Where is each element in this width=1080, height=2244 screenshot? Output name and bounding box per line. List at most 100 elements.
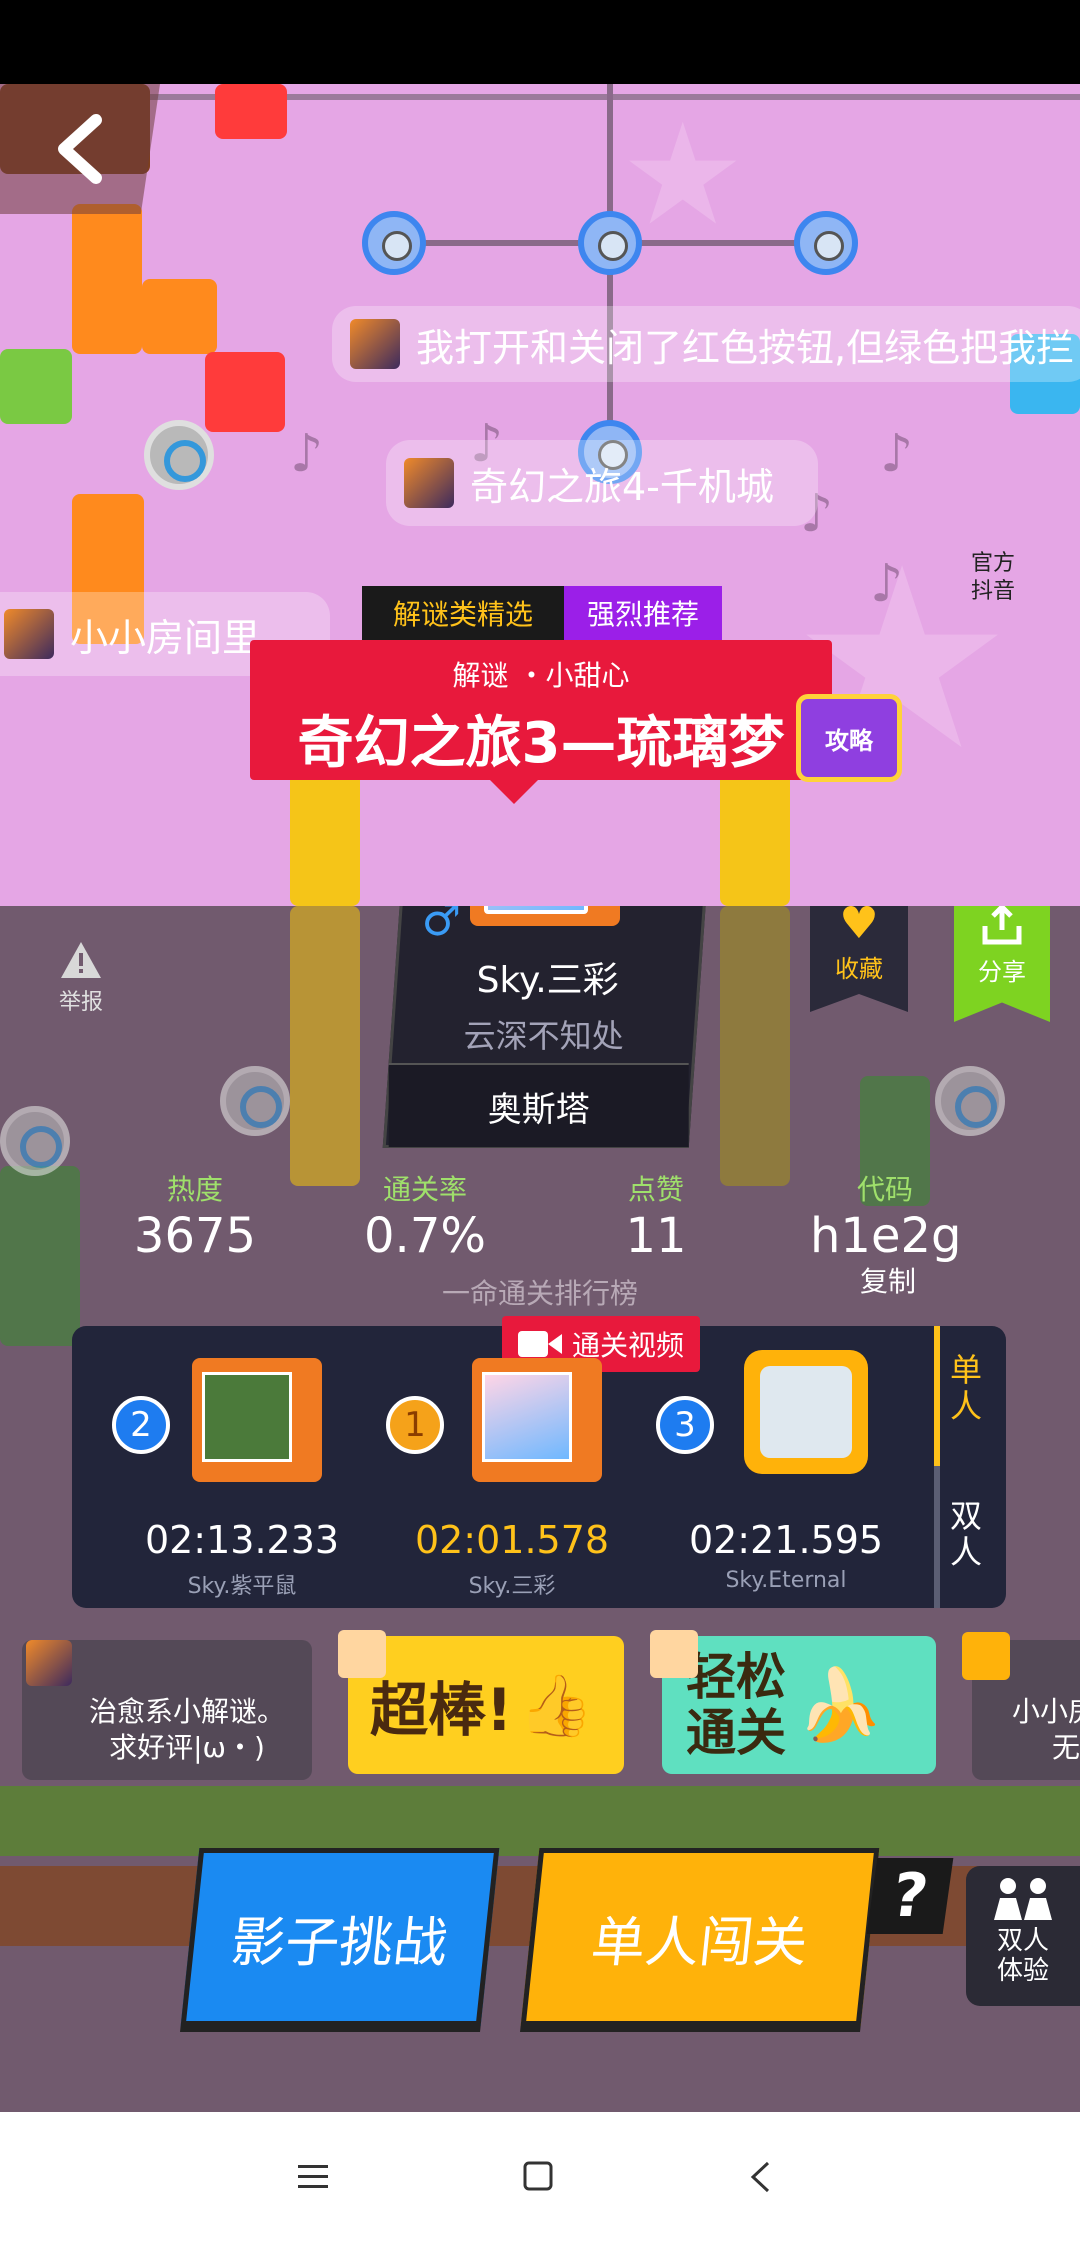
bullet-comment: 我打开和关闭了红色按钮,但绿色把我拦	[332, 306, 1080, 382]
heat-label: 热度	[166, 1173, 223, 1206]
level-title-banner: 解谜 ・小甜心 奇幻之旅3—琉璃梦	[250, 640, 832, 804]
gender-symbol: ♂	[421, 906, 462, 946]
banana-icon: 🍌	[796, 1663, 884, 1746]
guide-button[interactable]: 攻略	[796, 694, 902, 782]
rank-badge: 1	[386, 1396, 444, 1454]
avatar	[962, 1632, 1010, 1680]
gear	[220, 1066, 290, 1136]
author-card[interactable]: ♂ Sky.三彩 云深不知处 奥斯塔	[382, 906, 708, 1148]
avatar	[338, 1630, 386, 1678]
tab-single[interactable]: 单人	[950, 1352, 994, 1424]
comment-line2: 求好评|ω・)	[109, 1731, 265, 1764]
comment-sticker-awesome[interactable]: 超棒! 👍	[348, 1636, 624, 1774]
comment-line1: 治愈系小解谜。	[88, 1695, 285, 1728]
menu-icon[interactable]	[296, 2162, 330, 2192]
stat-code: 代码 h1e2g	[810, 1168, 962, 1264]
comment-sticker[interactable]: 小小房 无	[962, 1632, 1080, 1780]
gear	[0, 1106, 70, 1176]
heat-value: 3675	[133, 1208, 257, 1264]
player-avatar	[472, 1348, 602, 1488]
report-label: 举报	[58, 990, 103, 1015]
copy-code-button[interactable]: 复制	[838, 1260, 938, 1300]
likes-value: 11	[625, 1208, 687, 1264]
likes-label: 点赞	[627, 1173, 684, 1206]
back-button[interactable]	[0, 84, 160, 214]
level-info-panel: 举报 ♥ 收藏 分享 ♂ Sky.三彩 云深不知处 奥斯塔 热度 3675 通关…	[0, 906, 1080, 2112]
leaderboard-title: 一命通关排行榜	[441, 1277, 638, 1310]
heart-icon: ♥	[839, 906, 879, 949]
share-button[interactable]: 分享	[954, 906, 1050, 1022]
bullet-text: 奇幻之旅4-千机城	[470, 464, 774, 509]
avatar-image	[484, 906, 588, 914]
help-button[interactable]: ?	[866, 1858, 954, 1934]
author-name: Sky.三彩	[476, 960, 619, 1001]
bullet-text: 小小房间里	[70, 615, 261, 660]
official-douyin-link[interactable]: 官方 抖音	[958, 550, 1028, 606]
level-block	[142, 279, 217, 354]
avatar	[4, 609, 54, 659]
clear-time: 02:01.578	[414, 1518, 610, 1562]
level-preview-top: ★ ★ ♪ ♪ ♪ ♪ ♪ 官方 抖音 我打开和关闭了红色按钮,但绿色把我拦 奇…	[0, 84, 1080, 906]
official-label-line1: 官方	[970, 551, 1015, 576]
player-name: Sky.紫平鼠	[187, 1574, 297, 1599]
official-label-line2: 抖音	[970, 579, 1015, 604]
level-block	[72, 204, 142, 354]
share-icon	[982, 906, 1022, 945]
comment-line1: 小小房	[1012, 1695, 1080, 1728]
favorite-label: 收藏	[835, 955, 883, 983]
avatar	[26, 1640, 72, 1686]
music-note: ♪	[870, 554, 904, 614]
solo-play-button[interactable]: 单人闯关	[520, 1848, 880, 2026]
favorite-button[interactable]: ♥ 收藏	[810, 906, 908, 1012]
leaderboard-panel: 通关视频 2 02:13.233 Sky.紫平鼠 1 02:01.578 Sky…	[72, 1316, 1006, 1608]
sticker-text: 超棒!	[370, 1676, 513, 1744]
leaderboard-entry[interactable]: 2 02:13.233 Sky.紫平鼠	[112, 1326, 372, 1608]
tab-double[interactable]: 双人	[950, 1498, 994, 1570]
level-block	[290, 906, 360, 1186]
banner-pointer	[490, 780, 538, 804]
shadow-challenge-label: 影子挑战	[228, 1910, 451, 1974]
back-nav-icon[interactable]	[748, 2160, 772, 2194]
duo-label-line1: 双人	[996, 1926, 1049, 1956]
level-block	[205, 352, 285, 432]
level-block	[720, 906, 790, 1186]
solo-play-label: 单人闯关	[588, 1910, 811, 1974]
player-name: Sky.Eternal	[725, 1568, 847, 1593]
status-bar	[0, 0, 1080, 84]
rail-node	[794, 211, 858, 275]
share-label: 分享	[978, 958, 1026, 986]
guide-label: 攻略	[825, 726, 873, 755]
code-value: h1e2g	[810, 1208, 962, 1264]
music-note: ♪	[880, 424, 914, 484]
comment-sticker-easy[interactable]: 轻松 通关 🍌	[662, 1636, 936, 1774]
comment-sticker[interactable]: 治愈系小解谜。 求好评|ω・)	[22, 1640, 312, 1780]
gear	[144, 420, 214, 490]
leaderboard-entry[interactable]: 1 02:01.578 Sky.三彩	[382, 1326, 642, 1608]
stat-pass-rate: 通关率 0.7%	[360, 1168, 490, 1264]
thumbs-up-icon: 👍	[518, 1670, 594, 1741]
tag-category: 解谜类精选	[362, 586, 564, 640]
tag-recommend: 强烈推荐	[564, 586, 722, 640]
tab-indicator	[934, 1326, 940, 1466]
music-note: ♪	[290, 424, 324, 484]
avatar	[404, 458, 454, 508]
player-avatar	[192, 1348, 322, 1488]
star-decoration: ★	[620, 94, 746, 257]
sticker-line1: 轻松	[686, 1648, 786, 1706]
report-button[interactable]: 举报	[48, 940, 114, 1016]
stat-likes: 点赞 11	[606, 1168, 706, 1264]
duo-trial-button[interactable]: 双人 体验	[966, 1866, 1080, 2006]
shadow-challenge-button[interactable]: 影子挑战	[180, 1848, 500, 2026]
level-block	[215, 84, 287, 139]
home-icon[interactable]	[522, 2160, 554, 2192]
leaderboard-entry[interactable]: 3 02:21.595 Sky.Eternal	[656, 1326, 916, 1608]
rank-badge: 3	[656, 1396, 714, 1454]
author-avatar[interactable]	[470, 906, 620, 936]
rank-badge: 2	[112, 1396, 170, 1454]
pass-rate-value: 0.7%	[364, 1208, 486, 1264]
player-avatar	[744, 1350, 868, 1474]
level-title: 奇幻之旅3—琉璃梦	[297, 711, 785, 776]
warning-icon	[61, 942, 101, 978]
avatar	[650, 1630, 698, 1678]
clear-time: 02:13.233	[144, 1518, 340, 1562]
